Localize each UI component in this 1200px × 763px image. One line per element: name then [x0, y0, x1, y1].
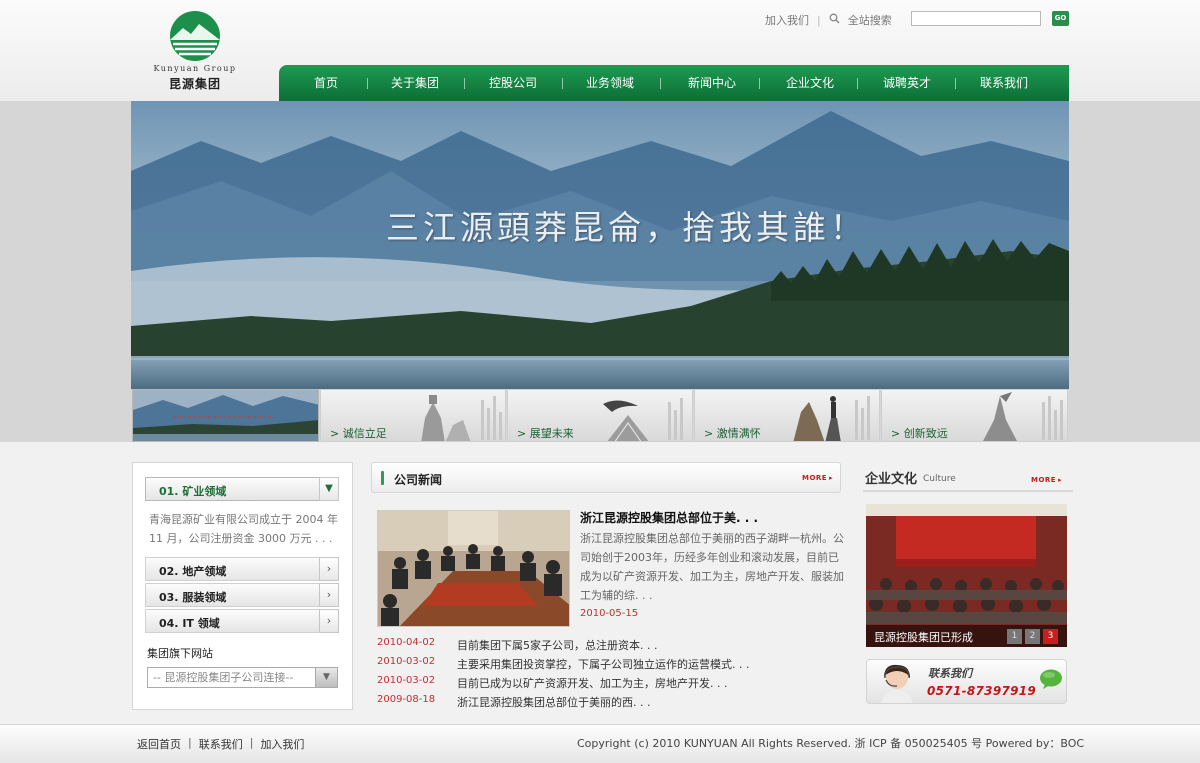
slide-page-3[interactable]: 3: [1043, 629, 1058, 644]
thumb-label-future: > 展望未来: [517, 427, 574, 440]
category-it[interactable]: 04. IT 领域 ›: [145, 609, 339, 633]
contact-label: 联系我们: [928, 667, 972, 680]
nav-divider: [562, 78, 563, 89]
company-news-header: 公司新闻 MORE: [371, 462, 841, 493]
group-sites-select[interactable]: -- 昆源控股集团子公司连接-- ▼: [147, 667, 338, 688]
news-photo[interactable]: [377, 510, 570, 627]
copyright: Copyright (c) 2010 KUNYUAN All Rights Re…: [577, 737, 1085, 750]
chevron-right-icon[interactable]: ›: [319, 557, 339, 581]
footer-home-link[interactable]: 返回首页: [137, 736, 181, 752]
news-item-date: 2010-03-02: [377, 656, 436, 667]
hero-banner: 三江源頭莽昆侖，捨我其誰！: [131, 101, 1069, 389]
thumb-banner-preview[interactable]: [132, 389, 319, 442]
nav-divider: [660, 78, 661, 89]
nav-holdings[interactable]: 控股公司: [489, 65, 537, 101]
news-item-date: 2010-03-02: [377, 675, 436, 686]
chevron-right-icon[interactable]: ›: [319, 583, 339, 607]
slide-page-2[interactable]: 2: [1025, 629, 1040, 644]
chat-bubble-icon: [1040, 669, 1062, 689]
mountain-logo-icon: [170, 11, 220, 61]
nav-divider: [759, 78, 760, 89]
nav-culture[interactable]: 企业文化: [786, 65, 834, 101]
logo[interactable]: Kunyuan Group 昆源集团: [140, 10, 250, 98]
thumb-future[interactable]: > 展望未来: [507, 389, 693, 442]
news-summary: 浙江昆源控股集团总部位于美丽的西子湖畔一杭州。公司始创于2003年，历经多年创业…: [580, 532, 844, 602]
nav-divider: [955, 78, 956, 89]
divider: |: [249, 736, 254, 749]
news-item-title[interactable]: 浙江昆源控股集团总部位于美丽的西. . .: [457, 694, 650, 710]
news-item-title[interactable]: 目前集团下属5家子公司，总注册资本. . .: [457, 637, 657, 653]
nav-business[interactable]: 业务领域: [586, 65, 634, 101]
footer-contact-link[interactable]: 联系我们: [199, 736, 243, 752]
customer-service-icon: [881, 664, 913, 703]
thumb-label-integrity: > 诚信立足: [330, 427, 387, 440]
thumb-passion[interactable]: > 激情满怀: [694, 389, 880, 442]
thumb-label-innovation: > 创新致远: [891, 427, 948, 440]
thumb-label-passion: > 激情满怀: [704, 427, 761, 440]
category-mining[interactable]: 01. 矿业领域 ▼: [145, 477, 339, 501]
thumb-innovation[interactable]: > 创新致远: [881, 389, 1068, 442]
top-links: 加入我们 | 全站搜索: [765, 12, 892, 28]
category-label: 02. 地产领域: [159, 565, 227, 578]
category-apparel[interactable]: 03. 服装领域 ›: [145, 583, 339, 607]
category-label: 01. 矿业领域: [159, 485, 227, 498]
meeting-photo-image: [378, 511, 569, 626]
dropdown-arrow-icon[interactable]: ▼: [315, 668, 337, 687]
culture-more-link[interactable]: MORE: [1031, 476, 1062, 484]
category-label: 03. 服装领域: [159, 591, 227, 604]
culture-caption-bar: 昆源控股集团已形成 1 2 3: [866, 625, 1067, 647]
nav-news[interactable]: 新闻中心: [688, 65, 736, 101]
footer-join-link[interactable]: 加入我们: [260, 736, 304, 752]
slide-page-1[interactable]: 1: [1007, 629, 1022, 644]
nav-home[interactable]: 首页: [314, 65, 338, 101]
site-search-label: 全站搜索: [847, 14, 892, 27]
search-icon: [829, 13, 840, 27]
search-input[interactable]: [911, 11, 1041, 26]
news-item-title[interactable]: 目前已成为以矿产资源开发、加工为主，房地产开发. . .: [457, 675, 727, 691]
join-us-link[interactable]: 加入我们: [765, 12, 809, 28]
main-nav: 首页 关于集团 控股公司 业务领域 新闻中心 企业文化 诚聘英才 联系我们: [279, 65, 1069, 101]
news-more-link[interactable]: MORE: [802, 474, 833, 482]
nav-divider: [367, 78, 368, 89]
search-go-button[interactable]: GO: [1052, 11, 1069, 26]
divider: |: [188, 736, 192, 749]
nav-divider: [857, 78, 858, 89]
footer-links: 返回首页 | 联系我们 | 加入我们: [137, 736, 304, 752]
news-date: 2010-05-15: [580, 608, 639, 619]
nav-contact[interactable]: 联系我们: [980, 65, 1028, 101]
thumbnail-strip: > 诚信立足 > 展望未来 > 激情满怀 > 创新致远: [131, 389, 1069, 442]
culture-subtitle: Culture: [923, 474, 956, 484]
contact-phone: 0571-87397919: [927, 684, 1037, 698]
chevron-down-icon[interactable]: ▼: [319, 477, 339, 501]
culture-caption: 昆源控股集团已形成: [874, 631, 973, 644]
news-item-title[interactable]: 主要采用集团投资掌控，下属子公司独立运作的运营模式. . .: [457, 656, 749, 672]
thumb-integrity[interactable]: > 诚信立足: [320, 389, 506, 442]
culture-title: 企业文化: [865, 472, 918, 487]
business-sidebar: 01. 矿业领域 ▼ 青海昆源矿业有限公司成立于 2004 年 11 月，公司注…: [132, 462, 353, 710]
nav-about[interactable]: 关于集团: [391, 65, 439, 101]
logo-english: Kunyuan Group: [153, 64, 237, 73]
select-value: -- 昆源控股集团子公司连接--: [153, 671, 294, 684]
nav-careers[interactable]: 诚聘英才: [883, 65, 931, 101]
news-item-date: 2009-08-18: [377, 694, 436, 705]
header-accent-bar: [381, 471, 384, 485]
logo-chinese: 昆源集团: [168, 77, 221, 91]
culture-slideshow[interactable]: 昆源控股集团已形成 1 2 3: [866, 504, 1067, 647]
contact-box[interactable]: 联系我们 0571-87397919: [866, 659, 1067, 704]
news-item-date: 2010-04-02: [377, 637, 436, 648]
divider: |: [817, 13, 821, 27]
banner-preview-image: [133, 390, 318, 441]
company-news-title: 公司新闻: [394, 473, 443, 487]
category-description: 青海昆源矿业有限公司成立于 2004 年 11 月，公司注册资金 3000 万元…: [149, 513, 338, 545]
chevron-right-icon[interactable]: ›: [319, 609, 339, 633]
news-headline[interactable]: 浙江昆源控股集团总部位于美. . .: [580, 509, 758, 526]
category-real-estate[interactable]: 02. 地产领域 ›: [145, 557, 339, 581]
hero-slogan: 三江源頭莽昆侖，捨我其誰！: [386, 208, 867, 247]
nav-divider: [464, 78, 465, 89]
culture-header: 企业文化 Culture MORE: [863, 468, 1073, 492]
category-label: 04. IT 领域: [159, 617, 220, 630]
group-sites-label: 集团旗下网站: [147, 647, 213, 660]
